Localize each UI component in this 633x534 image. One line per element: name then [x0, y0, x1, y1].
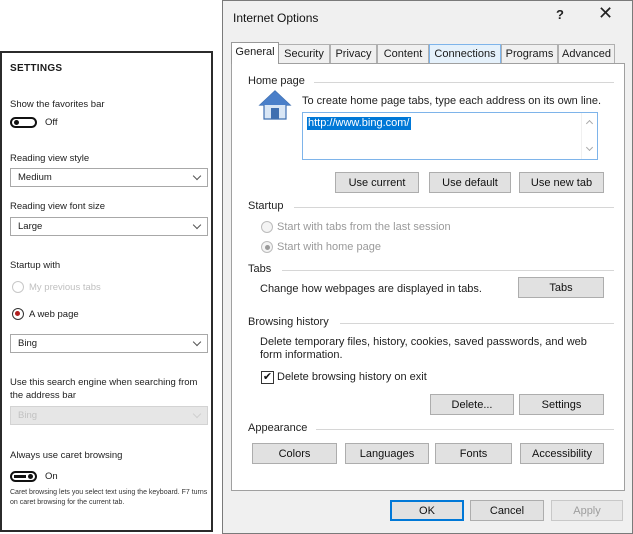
tabs-description: Change how webpages are displayed in tab… [260, 283, 482, 295]
divider [340, 323, 614, 324]
tab-advanced[interactable]: Advanced [558, 44, 615, 63]
tab-general[interactable]: General [231, 42, 279, 64]
ok-button[interactable]: OK [390, 500, 464, 521]
internet-options-dialog: Internet Options ? ✕ General Security Pr… [222, 0, 633, 534]
accessibility-button[interactable]: Accessibility [520, 443, 604, 464]
startup-with-label: Startup with [10, 260, 61, 271]
caret-browsing-label: Always use caret browsing [10, 450, 123, 461]
dialog-title: Internet Options [233, 11, 319, 25]
home-page-url: http://www.bing.com/ [307, 117, 411, 130]
appearance-heading: Appearance [248, 422, 308, 434]
startup-page-value: Bing [18, 338, 38, 349]
colors-button[interactable]: Colors [252, 443, 337, 464]
home-page-instruction: To create home page tabs, type each addr… [302, 95, 602, 107]
divider [294, 207, 614, 208]
browsing-history-heading: Browsing history [248, 316, 329, 328]
tab-security[interactable]: Security [278, 44, 330, 63]
settings-title: SETTINGS [10, 63, 63, 74]
languages-button[interactable]: Languages [345, 443, 429, 464]
use-default-button[interactable]: Use default [429, 172, 511, 193]
fonts-button[interactable]: Fonts [435, 443, 512, 464]
delete-on-exit-checkbox[interactable]: ✔ [261, 371, 274, 384]
use-new-tab-button[interactable]: Use new tab [519, 172, 604, 193]
tab-programs[interactable]: Programs [501, 44, 558, 63]
reading-font-select[interactable]: Large [10, 217, 208, 236]
search-engine-select[interactable]: Bing [10, 406, 208, 425]
browsing-history-description: Delete temporary files, history, cookies… [260, 336, 587, 361]
favorites-bar-toggle-text: Off [45, 117, 58, 128]
scroll-up-icon [585, 119, 594, 128]
chevron-down-icon [192, 171, 202, 181]
help-button[interactable]: ? [556, 7, 564, 22]
home-icon [258, 90, 292, 120]
delete-on-exit-label: Delete browsing history on exit [277, 371, 427, 383]
cancel-button[interactable]: Cancel [470, 500, 544, 521]
use-current-button[interactable]: Use current [335, 172, 419, 193]
apply-button[interactable]: Apply [551, 500, 623, 521]
home-page-textarea[interactable]: http://www.bing.com/ [302, 112, 598, 160]
chevron-down-icon [192, 337, 202, 347]
scroll-down-icon [585, 143, 594, 152]
web-page-label: A web page [29, 309, 79, 320]
edge-settings-panel: SETTINGS Show the favorites bar Off Read… [0, 51, 213, 532]
tab-connections[interactable]: Connections [429, 44, 501, 63]
divider [316, 429, 614, 430]
home-page-radio[interactable] [261, 241, 273, 253]
startup-page-select[interactable]: Bing [10, 334, 208, 353]
chevron-down-icon [192, 220, 202, 230]
close-icon[interactable]: ✕ [598, 3, 613, 24]
divider [314, 82, 614, 83]
home-page-radio-label: Start with home page [277, 241, 381, 253]
home-page-heading: Home page [248, 75, 305, 87]
tab-content[interactable]: Content [377, 44, 429, 63]
textarea-scrollbar[interactable] [581, 113, 597, 159]
reading-style-value: Medium [18, 172, 52, 183]
reading-style-label: Reading view style [10, 153, 90, 164]
reading-font-label: Reading view font size [10, 201, 106, 212]
favorites-bar-toggle[interactable] [10, 117, 37, 128]
history-settings-button[interactable]: Settings [519, 394, 604, 415]
startup-heading: Startup [248, 200, 284, 212]
tabs-button[interactable]: Tabs [518, 277, 604, 298]
previous-tabs-label: My previous tabs [29, 282, 101, 293]
last-session-label: Start with tabs from the last session [277, 221, 451, 233]
favorites-bar-label: Show the favorites bar [10, 99, 105, 110]
reading-style-select[interactable]: Medium [10, 168, 208, 187]
caret-browsing-toggle-text: On [45, 471, 58, 482]
reading-font-value: Large [18, 221, 43, 232]
search-engine-value: Bing [18, 410, 38, 421]
general-tab-panel: Home page To create home page tabs, type… [231, 63, 625, 491]
tabs-heading: Tabs [248, 263, 272, 275]
tab-privacy[interactable]: Privacy [330, 44, 377, 63]
web-page-radio[interactable] [12, 308, 24, 320]
delete-button[interactable]: Delete... [430, 394, 514, 415]
chevron-down-icon [192, 409, 202, 419]
caret-browsing-note: Caret browsing lets you select text usin… [10, 489, 208, 506]
divider [282, 270, 614, 271]
last-session-radio[interactable] [261, 221, 273, 233]
search-engine-label: Use this search engine when searching fr… [10, 377, 198, 401]
previous-tabs-radio[interactable] [12, 281, 24, 293]
caret-browsing-toggle[interactable] [10, 471, 37, 482]
